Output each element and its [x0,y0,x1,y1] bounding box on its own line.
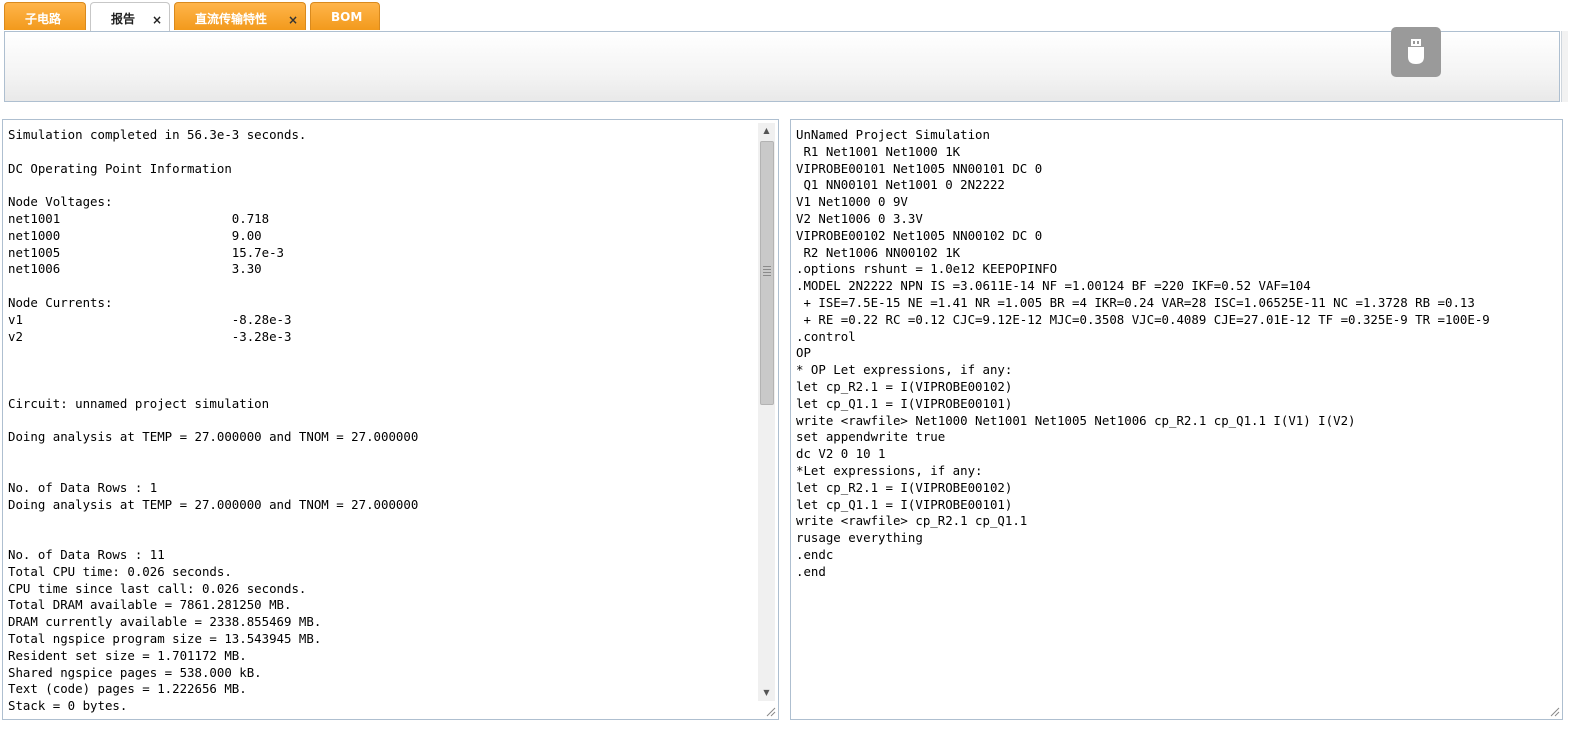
text-line: .control [796,328,856,344]
text-line: V2 Net1006 0 3.3V [796,210,923,226]
tab-dc-transfer[interactable]: 直流传输特性 × [174,2,306,30]
scroll-down-arrow-icon[interactable]: ▼ [758,685,775,701]
toolbar [4,31,1560,102]
text-line: Circuit: unnamed project simulation [8,395,270,411]
text-line: net1000 9.00 [8,227,262,243]
text-line: Total ngspice program size = 13.543945 M… [8,630,322,646]
text-line: rusage everything [796,530,923,546]
text-line: UnNamed Project Simulation [796,127,990,142]
text-line: write <rawfile> Net1000 Net1001 Net1005 … [796,412,1356,428]
text-line: net1001 0.718 [8,210,270,226]
text-line: VIPROBE00102 Net1005 NN00102 DC 0 [796,227,1043,243]
tab-report[interactable]: 报告 × [90,2,170,32]
text-line: Shared ngspice pages = 538.000 kB. [8,664,262,680]
text-line [8,278,748,295]
text-line: dc V2 0 10 1 [796,446,886,462]
text-line: let cp_R2.1 = I(VIPROBE00102) [796,378,1013,394]
text-line: Node Currents: [8,294,113,310]
text-line [8,513,748,530]
resize-handle-icon[interactable] [1548,705,1560,717]
netlist-textarea[interactable]: UnNamed Project Simulation R1 Net1001 Ne… [791,120,1556,581]
tab-label: 直流传输特性 [195,12,268,26]
text-line [8,177,748,194]
text-line: Doing analysis at TEMP = 27.000000 and T… [8,496,419,512]
text-line: Doing analysis at TEMP = 27.000000 and T… [8,429,419,445]
resize-handle-icon[interactable] [764,705,776,717]
text-line: let cp_R2.1 = I(VIPROBE00102) [796,479,1013,495]
scroll-thumb[interactable] [760,141,774,405]
tab-label: 报告 [111,12,136,26]
report-textarea[interactable]: Simulation completed in 56.3e-3 seconds.… [3,120,753,713]
report-panel: Simulation completed in 56.3e-3 seconds.… [2,119,779,720]
text-line [8,463,748,480]
grip-icon [763,266,771,276]
text-line [8,446,748,463]
text-line: OP [796,345,811,361]
text-line: set appendwrite true [796,429,946,445]
text-line: write <rawfile> cp_R2.1 cp_Q1.1 [796,513,1028,529]
close-icon[interactable]: × [152,13,162,27]
text-line: R2 Net1006 NN00102 1K [796,244,961,260]
text-line: *Let expressions, if any: [796,462,983,478]
tab-label: BOM [331,10,363,24]
text-line: .endc [796,546,834,562]
text-line [8,144,748,161]
text-line: Resident set size = 1.701172 MB. [8,647,247,663]
text-line: + ISE=7.5E-15 NE =1.41 NR =1.005 BR =4 I… [796,294,1475,310]
text-line: * OP Let expressions, if any: [796,362,1013,378]
netlist-panel: UnNamed Project Simulation R1 Net1001 Ne… [790,119,1563,720]
text-line [8,413,748,430]
text-line: .MODEL 2N2222 NPN IS =3.0611E-14 NF =1.0… [796,278,1311,294]
tab-label: 子电路 [25,12,62,26]
text-line: let cp_Q1.1 = I(VIPROBE00101) [796,395,1013,411]
usb-export-button[interactable] [1391,27,1441,77]
text-line: net1006 3.30 [8,261,262,277]
text-line: No. of Data Rows : 1 [8,479,158,495]
text-line: R1 Net1001 Net1000 1K [796,143,961,159]
text-line: VIPROBE00101 Net1005 NN00101 DC 0 [796,160,1043,176]
text-line: V1 Net1000 0 9V [796,194,908,210]
close-icon[interactable]: × [288,13,298,27]
text-line: v1 -8.28e-3 [8,311,292,327]
tab-bom[interactable]: BOM [310,2,380,30]
text-line: CPU time since last call: 0.026 seconds. [8,580,307,596]
usb-plug-icon [1408,39,1424,64]
text-line [8,362,748,379]
text-line: Stack = 0 bytes. [8,698,128,713]
text-line [8,345,748,362]
text-line: net1005 15.7e-3 [8,244,285,260]
tab-bar: 子电路 报告 × 直流传输特性 × BOM [0,0,1591,32]
text-line: Total CPU time: 0.026 seconds. [8,563,232,579]
text-line: v2 -3.28e-3 [8,328,292,344]
text-line: No. of Data Rows : 11 [8,546,165,562]
tab-subcircuit[interactable]: 子电路 [4,2,86,30]
scroll-up-arrow-icon[interactable]: ▲ [758,123,775,139]
text-line: .options rshunt = 1.0e12 KEEPOPINFO [796,261,1058,277]
toolbar-edge [1561,31,1568,102]
text-line [8,379,748,396]
text-line: DC Operating Point Information [8,160,232,176]
text-line: .end [796,563,826,579]
text-line: DRAM currently available = 2338.855469 M… [8,614,322,630]
text-line: Text (code) pages = 1.222656 MB. [8,681,247,697]
text-line: Total DRAM available = 7861.281250 MB. [8,597,292,613]
text-line [8,530,748,547]
text-line: + RE =0.22 RC =0.12 CJC=9.12E-12 MJC=0.3… [796,311,1490,327]
text-line: Simulation completed in 56.3e-3 seconds. [8,127,307,142]
text-line: let cp_Q1.1 = I(VIPROBE00101) [796,496,1013,512]
report-scrollbar[interactable]: ▲ ▼ [758,123,775,701]
text-line: Q1 NN00101 Net1001 0 2N2222 [796,177,1005,193]
text-line: Node Voltages: [8,194,113,210]
